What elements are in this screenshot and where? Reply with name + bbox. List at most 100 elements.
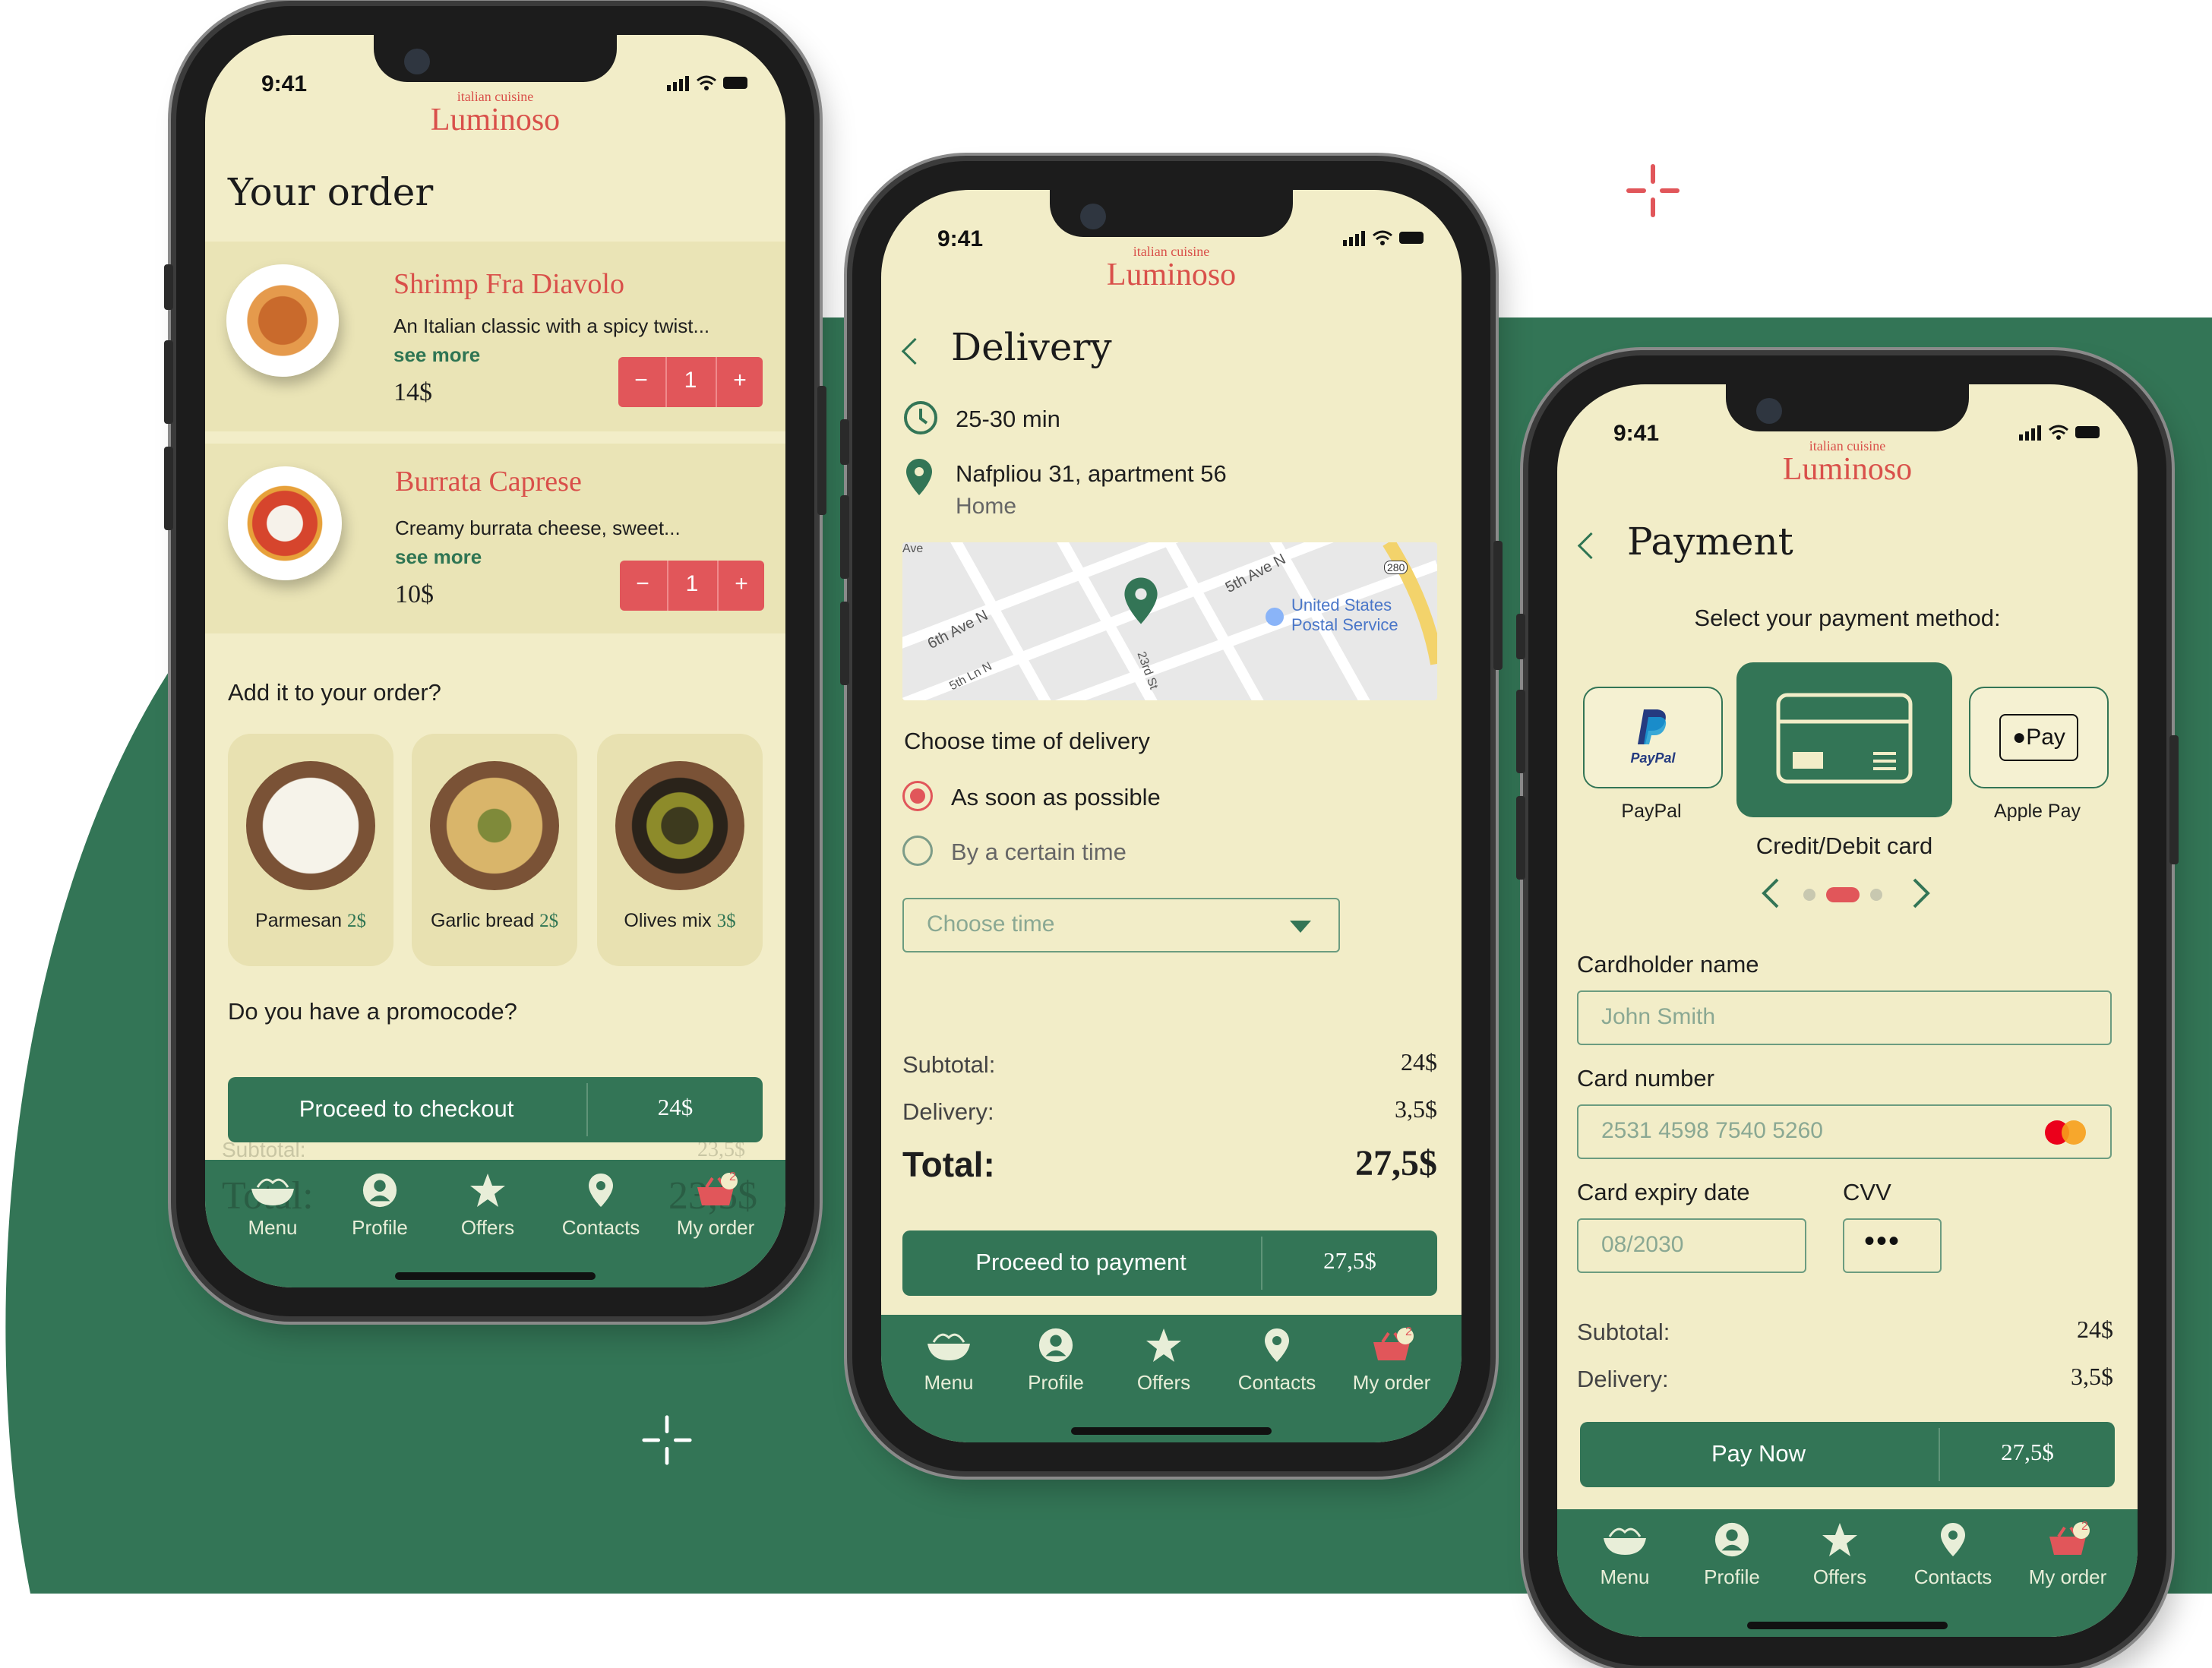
checkout-label: Proceed to checkout [299,1095,514,1122]
button-label: Proceed to payment [975,1249,1187,1275]
tab-label: My order [2028,1565,2107,1588]
addon-card[interactable]: Olives mix 3$ [597,734,763,966]
tab-contacts[interactable]: Contacts [1224,1327,1330,1395]
order-screen: 9:41 italian cuisine Luminoso Your order… [205,35,785,1287]
carousel-next-icon[interactable] [1911,878,1931,908]
card-number-input[interactable]: 2531 4598 7540 5260 [1577,1104,2112,1159]
addon-card[interactable]: Garlic bread 2$ [412,734,577,966]
profile-icon [1038,1328,1073,1363]
subtotal-label: Subtotal: [902,1051,996,1078]
button-label: Pay Now [1711,1440,1806,1467]
addon-name: Garlic bread [430,910,535,931]
page-title: Your order [228,170,434,214]
map-view[interactable]: 5th Ave N 6th Ave N 5th Ln N 23rd St Uni… [902,542,1437,700]
tab-my-order[interactable]: My order [1338,1327,1445,1395]
option-label[interactable]: By a certain time [951,839,1127,866]
mastercard-icon [2045,1120,2086,1145]
quantity-stepper: − 1 + [618,357,763,407]
noodle-bowl-icon [927,1333,970,1360]
sparkle-icon [1626,164,1680,217]
item-name[interactable]: Burrata Caprese [395,465,582,498]
tab-label: Menu [248,1216,298,1239]
radio-asap[interactable] [902,781,933,811]
tab-label: Offers [1136,1371,1191,1394]
tab-contacts[interactable]: Contacts [548,1172,654,1240]
input-value: 2531 4598 7540 5260 [1601,1118,1823,1143]
delivery-fee-value: 3,5$ [1395,1095,1437,1123]
addon-price: 2$ [346,911,366,931]
star-icon [1146,1328,1181,1362]
button-amount: 27,5$ [2001,1439,2054,1465]
chevron-down-icon [1290,921,1311,933]
noodle-bowl-icon [251,1178,294,1205]
tab-menu[interactable]: Menu [896,1327,1002,1395]
cardholder-name-input[interactable]: John Smith [1577,990,2112,1045]
expiry-date-input[interactable]: 08/2030 [1577,1218,1806,1273]
item-description: Creamy burrata cheese, sweet... [395,517,681,539]
tab-profile[interactable]: Profile [1679,1521,1785,1589]
radio-certain-time[interactable] [902,836,933,866]
carousel-dot[interactable] [1803,889,1815,901]
decrease-button[interactable]: − [618,368,664,393]
pay-now-button[interactable]: Pay Now 27,5$ [1580,1422,2115,1487]
item-name[interactable]: Shrimp Fra Diavolo [393,267,624,301]
back-button[interactable] [1577,532,1605,560]
carousel-prev-icon[interactable] [1761,878,1781,908]
tab-my-order[interactable]: My order [2014,1521,2121,1589]
decrease-button[interactable]: − [620,571,665,597]
payment-option-apple-pay[interactable]: ●Pay [1969,687,2109,788]
total-label: Total: [902,1145,995,1184]
addon-image [430,761,559,890]
map-label: Ave [902,542,924,555]
tab-offers[interactable]: Offers [434,1172,541,1240]
delivery-address: Nafpliou 31, apartment 56 [956,460,1227,487]
time-select[interactable]: Choose time [902,898,1340,952]
input-value: John Smith [1601,1004,1716,1029]
tab-bar: Menu Profile Offers Contacts My order 2 [881,1315,1462,1442]
tab-contacts[interactable]: Contacts [1900,1521,2006,1589]
cvv-input[interactable]: ••• [1843,1218,1942,1273]
see-more-link[interactable]: see more [393,343,480,367]
increase-button[interactable]: + [719,571,764,597]
carousel-dot-active[interactable] [1826,887,1860,902]
payment-option-card[interactable] [1736,662,1952,817]
noodle-bowl-icon [1604,1527,1646,1555]
increase-button[interactable]: + [717,368,763,393]
button-amount: 27,5$ [1323,1247,1376,1274]
tab-profile[interactable]: Profile [327,1172,433,1240]
addon-name: Parmesan [255,910,342,931]
tab-menu[interactable]: Menu [220,1172,326,1240]
tab-offers[interactable]: Offers [1111,1327,1217,1395]
back-button[interactable] [901,337,929,365]
section-heading: Choose time of delivery [904,728,1150,754]
cart-badge: 2 [729,1170,736,1183]
tab-offers[interactable]: Offers [1787,1521,1893,1589]
tab-my-order[interactable]: My order [662,1172,769,1240]
delivery-fee-value: 3,5$ [2071,1363,2113,1390]
see-more-link[interactable]: see more [395,545,482,569]
option-label[interactable]: As soon as possible [951,784,1161,811]
dish-image [226,264,339,377]
carousel-dot[interactable] [1870,889,1882,901]
total-value: 27,5$ [1355,1143,1437,1183]
payment-option-paypal[interactable]: PayPal [1583,687,1723,788]
paypal-icon [1638,709,1667,744]
field-label: Cardholder name [1577,951,1759,978]
tab-label: Profile [1028,1371,1084,1394]
phone-delivery: 9:41 italian cuisine Luminoso Delivery 2… [840,161,1503,1471]
item-price: 14$ [393,378,432,406]
dish-image [228,466,342,580]
subtotal-value: 24$ [2077,1316,2113,1343]
location-pin-icon [1941,1523,1965,1556]
tab-menu[interactable]: Menu [1572,1521,1678,1589]
cart-badge: 2 [1405,1325,1412,1338]
tab-label: Offers [1812,1565,1867,1588]
sparkle-icon [642,1415,692,1465]
addon-image [246,761,375,890]
checkout-button[interactable]: Proceed to checkout 24$ [228,1077,763,1142]
tab-label: My order [676,1216,755,1239]
tab-profile[interactable]: Profile [1003,1327,1109,1395]
tab-label: Contacts [561,1216,640,1239]
addon-card[interactable]: Parmesan 2$ [228,734,393,966]
proceed-to-payment-button[interactable]: Proceed to payment 27,5$ [902,1230,1437,1296]
